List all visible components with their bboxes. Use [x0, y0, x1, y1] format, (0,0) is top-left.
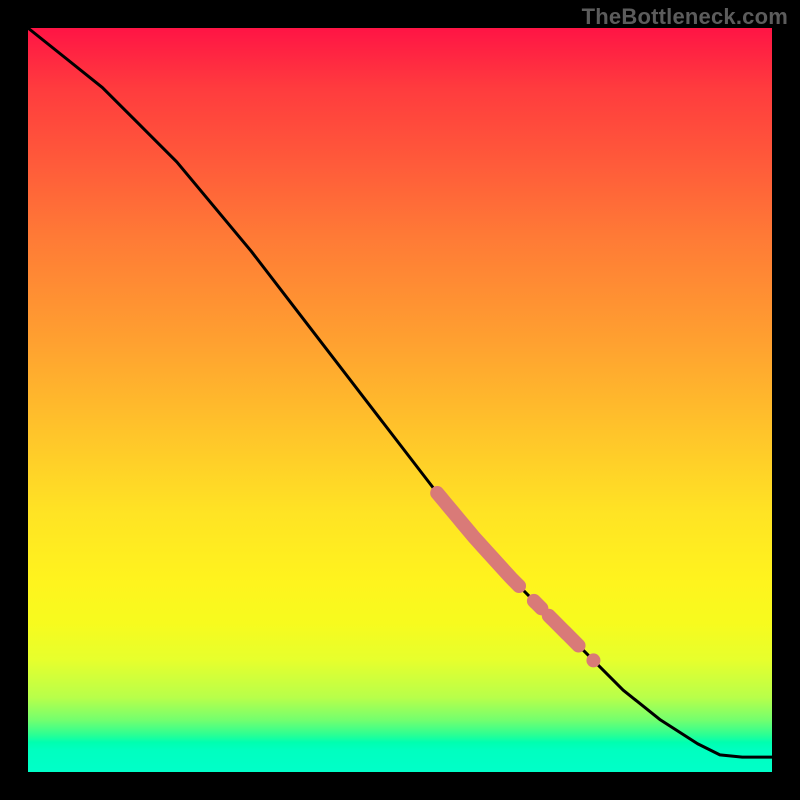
- marker-segment: [534, 601, 541, 608]
- marker-overlay-group: [437, 493, 600, 667]
- plot-svg: [28, 28, 772, 772]
- bottleneck-curve: [28, 28, 772, 757]
- marker-segment: [549, 616, 579, 646]
- marker-segment: [437, 493, 519, 586]
- marker-dot: [586, 653, 600, 667]
- watermark-text: TheBottleneck.com: [582, 4, 788, 30]
- chart-frame: TheBottleneck.com: [0, 0, 800, 800]
